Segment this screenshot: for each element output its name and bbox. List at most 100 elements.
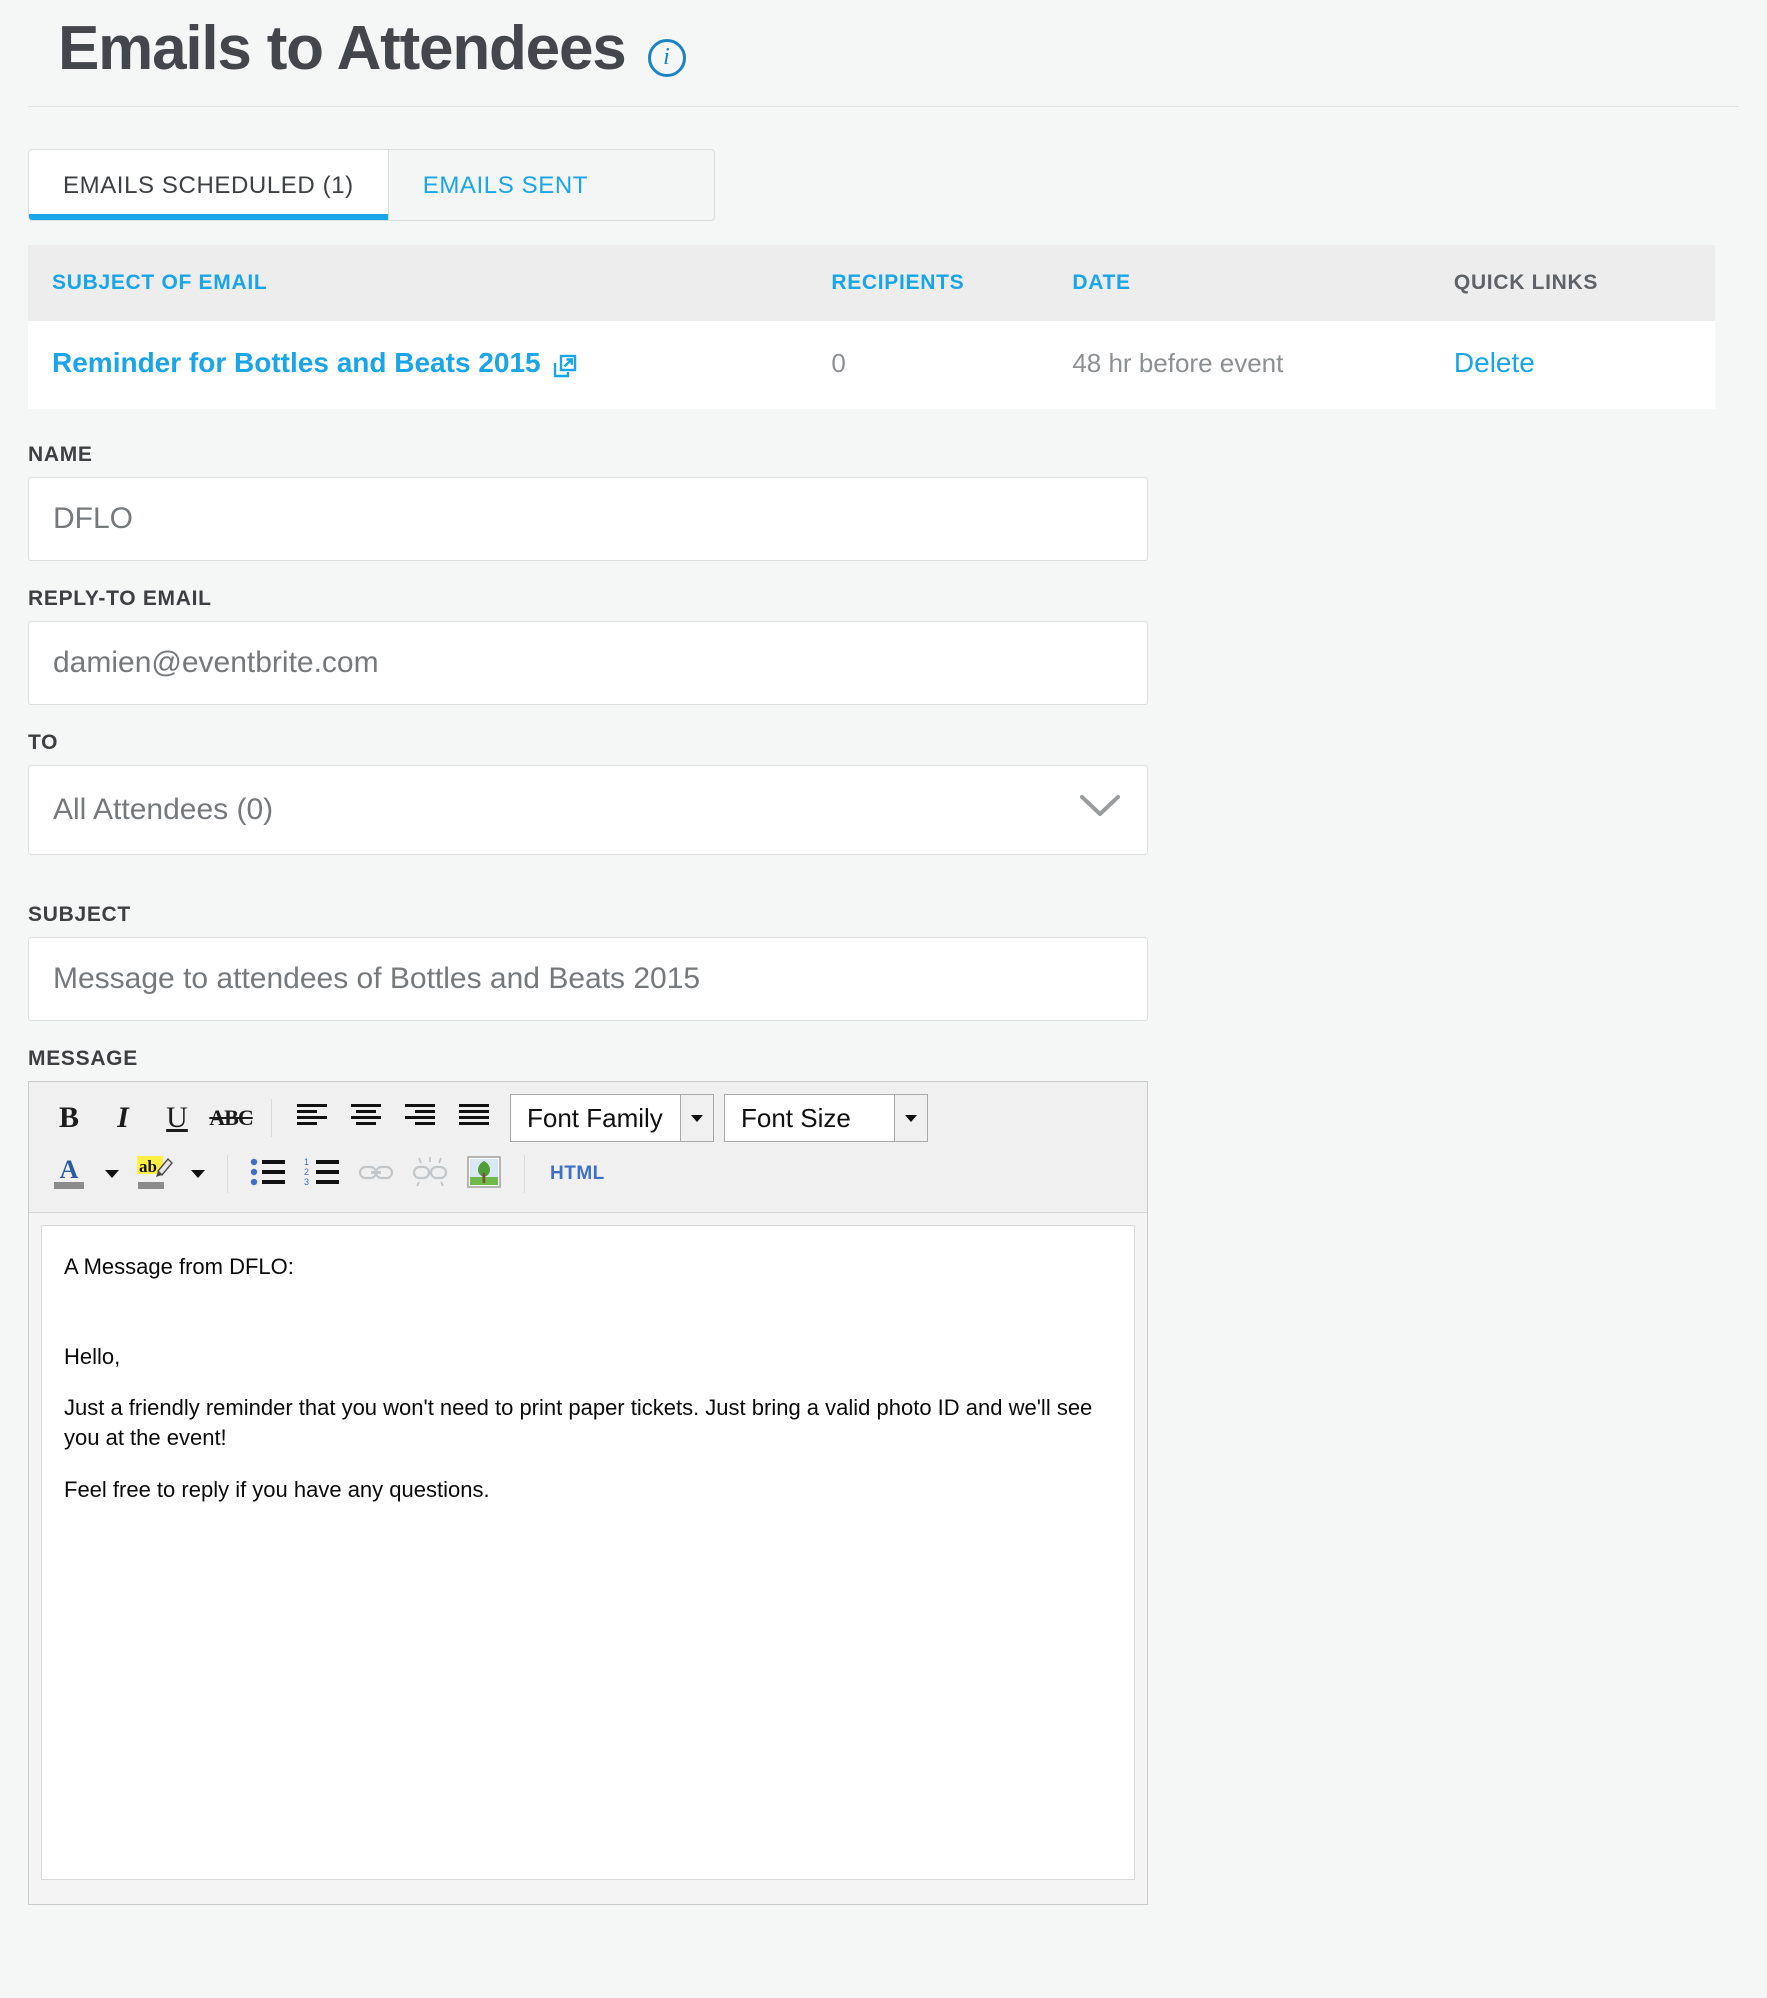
align-right-button[interactable] — [394, 1093, 446, 1143]
insert-link-button[interactable] — [350, 1149, 402, 1199]
subject-input[interactable]: Message to attendees of Bottles and Beat… — [28, 937, 1148, 1021]
align-center-button[interactable] — [340, 1093, 392, 1143]
align-center-icon — [349, 1102, 383, 1135]
caret-down-icon — [905, 1114, 917, 1122]
message-body-editor[interactable]: A Message from DFLO: Hello, Just a frien… — [41, 1225, 1135, 1880]
italic-button[interactable]: I — [97, 1093, 149, 1143]
highlight-icon: ab — [134, 1152, 176, 1197]
tab-emails-scheduled[interactable]: EMAILS SCHEDULED (1) — [29, 150, 388, 220]
underline-icon: U — [166, 1101, 188, 1134]
message-editor: B I U ABC Font Family Font Size A ab 1 2… — [28, 1081, 1148, 1905]
editor-toolbar: B I U ABC Font Family Font Size A ab 1 2… — [29, 1082, 1147, 1213]
email-subject-text: Reminder for Bottles and Beats 2015 — [52, 347, 541, 378]
bold-icon: B — [58, 1101, 79, 1134]
numbered-list-button[interactable]: 1 2 3 — [296, 1149, 348, 1199]
svg-text:1: 1 — [304, 1157, 309, 1167]
font-family-value: Font Family — [510, 1094, 680, 1142]
column-header-subject: SUBJECT OF EMAIL — [28, 245, 832, 321]
message-line-1: A Message from DFLO: — [64, 1254, 294, 1279]
editor-toolbar-row-2: A ab 1 2 3 HTML — [43, 1146, 1137, 1202]
highlight-color-dropdown[interactable] — [183, 1149, 213, 1199]
strikethrough-button[interactable]: ABC — [205, 1093, 257, 1143]
info-icon-glyph: i — [663, 44, 670, 70]
to-field-block: TO All Attendees (0) — [28, 731, 1148, 855]
message-label: MESSAGE — [28, 1047, 138, 1070]
svg-text:3: 3 — [304, 1177, 309, 1187]
link-icon — [357, 1158, 395, 1191]
to-select[interactable]: All Attendees (0) — [28, 765, 1148, 855]
font-family-select[interactable]: Font Family — [510, 1094, 714, 1142]
cell-quick-links: Delete — [1453, 321, 1715, 409]
html-source-button[interactable]: HTML — [539, 1149, 616, 1199]
align-justify-icon — [457, 1102, 491, 1135]
delete-link[interactable]: Delete — [1454, 347, 1535, 378]
bullet-list-button[interactable] — [242, 1149, 294, 1199]
text-color-icon: A — [50, 1152, 88, 1197]
toolbar-separator — [524, 1155, 525, 1193]
insert-image-button[interactable] — [458, 1149, 510, 1199]
name-field-block: NAME DFLO — [28, 443, 1148, 561]
subject-field-block: SUBJECT Message to attendees of Bottles … — [28, 903, 1148, 1021]
font-family-arrow[interactable] — [680, 1094, 714, 1142]
page-header: Emails to Attendees i — [28, 0, 1739, 107]
column-header-recipients: RECIPIENTS — [831, 245, 1073, 321]
caret-down-icon — [691, 1114, 703, 1122]
font-size-value: Font Size — [724, 1094, 894, 1142]
email-tabs: EMAILS SCHEDULED (1) EMAILS SENT — [28, 149, 715, 221]
cell-date: 48 hr before event — [1072, 321, 1454, 409]
font-size-arrow[interactable] — [894, 1094, 928, 1142]
unlink-button[interactable] — [404, 1149, 456, 1199]
info-icon[interactable]: i — [647, 39, 686, 77]
page-title: Emails to Attendees — [58, 14, 627, 83]
svg-text:2: 2 — [304, 1167, 309, 1177]
to-label: TO — [28, 731, 59, 754]
strikethrough-icon: ABC — [209, 1105, 253, 1130]
toolbar-separator — [227, 1155, 228, 1193]
column-header-quick-links: QUICK LINKS — [1453, 245, 1715, 321]
email-subject-link[interactable]: Reminder for Bottles and Beats 2015 — [52, 347, 577, 379]
caret-down-icon — [191, 1170, 205, 1178]
reply-to-field-block: REPLY-TO EMAIL damien@eventbrite.com — [28, 587, 1148, 705]
table-header: SUBJECT OF EMAIL RECIPIENTS DATE QUICK L… — [28, 245, 1715, 321]
unordered-list-icon — [249, 1157, 287, 1192]
name-label: NAME — [28, 443, 93, 466]
subject-label: SUBJECT — [28, 903, 131, 926]
unlink-icon — [411, 1156, 449, 1193]
html-icon: HTML — [550, 1163, 605, 1184]
name-input[interactable]: DFLO — [28, 477, 1148, 561]
table-body: Reminder for Bottles and Beats 2015 0 48 — [28, 321, 1715, 409]
align-right-icon — [403, 1102, 437, 1135]
svg-text:ab: ab — [139, 1157, 157, 1176]
external-link-icon — [553, 353, 577, 378]
column-header-date: DATE — [1072, 245, 1454, 321]
tab-emails-sent[interactable]: EMAILS SENT — [387, 150, 623, 220]
text-color-button[interactable]: A — [43, 1149, 95, 1199]
underline-button[interactable]: U — [151, 1093, 203, 1143]
text-color-dropdown[interactable] — [97, 1149, 127, 1199]
align-justify-button[interactable] — [448, 1093, 500, 1143]
svg-text:A: A — [60, 1155, 79, 1184]
font-size-select[interactable]: Font Size — [724, 1094, 928, 1142]
editor-toolbar-row-1: B I U ABC Font Family Font Size — [43, 1090, 1137, 1146]
emails-to-attendees-page: Emails to Attendees i EMAILS SCHEDULED (… — [0, 0, 1767, 1905]
toolbar-separator — [271, 1099, 272, 1137]
align-left-button[interactable] — [286, 1093, 338, 1143]
reply-to-email-input[interactable]: damien@eventbrite.com — [28, 621, 1148, 705]
table-header-row: SUBJECT OF EMAIL RECIPIENTS DATE QUICK L… — [28, 245, 1715, 321]
cell-subject: Reminder for Bottles and Beats 2015 — [28, 321, 832, 409]
italic-icon: I — [117, 1101, 129, 1134]
highlight-color-button[interactable]: ab — [129, 1149, 181, 1199]
image-icon — [466, 1155, 502, 1194]
message-line-2: Hello, — [64, 1343, 121, 1369]
email-form: NAME DFLO REPLY-TO EMAIL damien@eventbri… — [28, 443, 1148, 1071]
message-line-4: Feel free to reply if you have any quest… — [64, 1476, 490, 1502]
bold-button[interactable]: B — [43, 1093, 95, 1143]
reply-to-label: REPLY-TO EMAIL — [28, 587, 212, 610]
chevron-down-icon — [1079, 793, 1121, 827]
to-select-value: All Attendees (0) — [53, 793, 274, 826]
ordered-list-icon: 1 2 3 — [303, 1157, 341, 1192]
table-row: Reminder for Bottles and Beats 2015 0 48 — [28, 321, 1715, 409]
caret-down-icon — [105, 1170, 119, 1178]
scheduled-emails-table: SUBJECT OF EMAIL RECIPIENTS DATE QUICK L… — [28, 245, 1715, 409]
align-left-icon — [295, 1102, 329, 1135]
